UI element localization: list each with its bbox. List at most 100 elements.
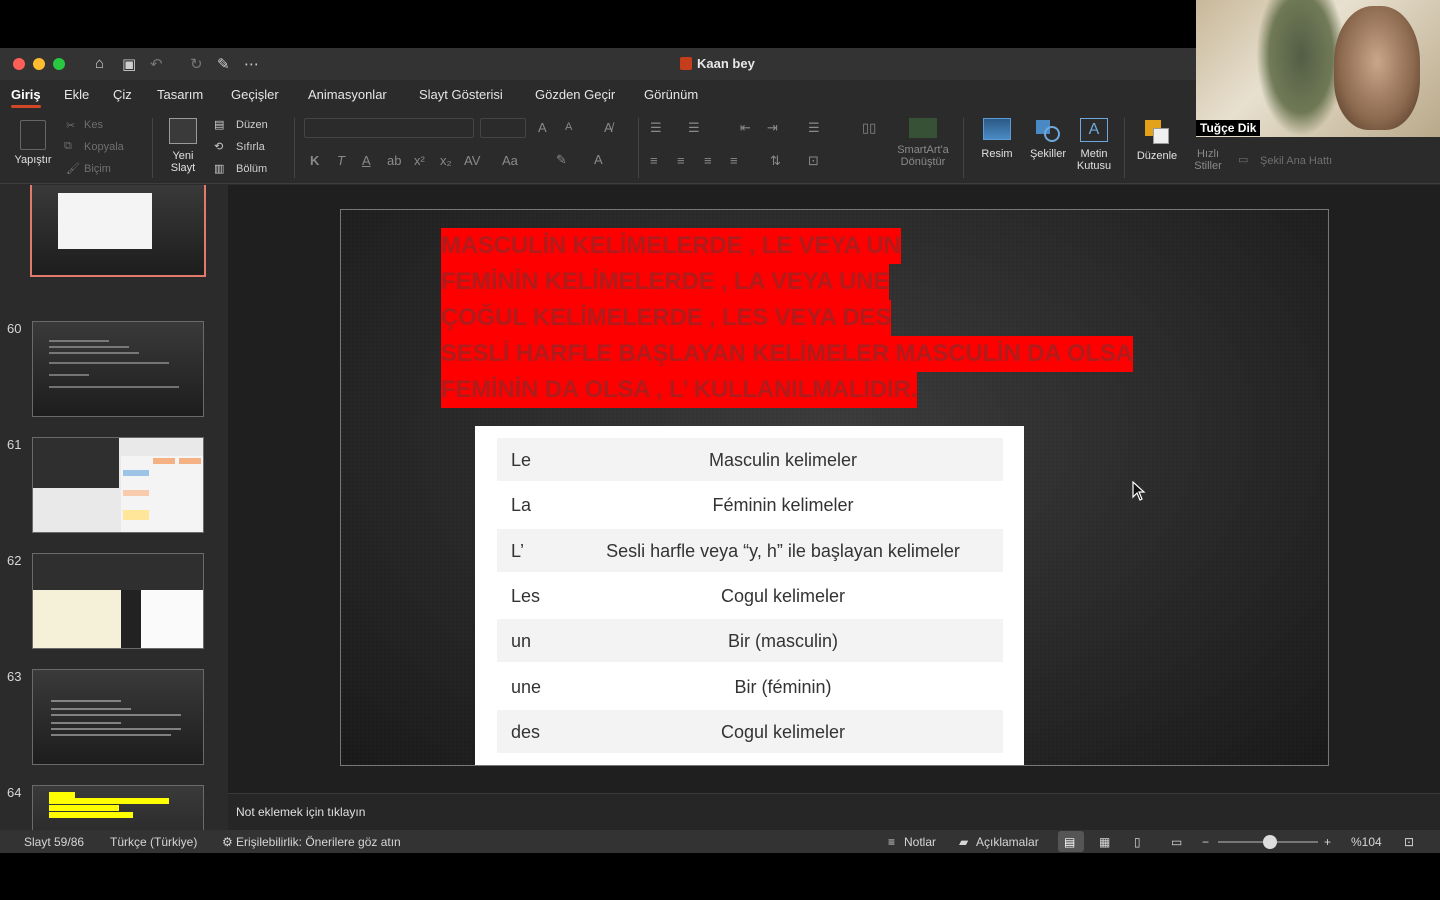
- zoom-level[interactable]: %104: [1351, 835, 1382, 849]
- redo-icon[interactable]: ↻: [190, 55, 203, 73]
- slide-counter: Slayt 59/86: [24, 835, 85, 849]
- align-left-icon[interactable]: ≡: [650, 153, 658, 168]
- maximize-window-button[interactable]: [53, 58, 65, 70]
- underline-icon[interactable]: A: [362, 153, 371, 168]
- cut-button[interactable]: Kes: [84, 119, 103, 131]
- align-text-icon[interactable]: ⊡: [808, 153, 819, 169]
- video-call-overlay[interactable]: Tuğçe Dik: [1196, 0, 1440, 137]
- columns-icon[interactable]: ▯▯: [862, 120, 876, 136]
- close-window-button[interactable]: [13, 58, 25, 70]
- article-table[interactable]: Le Masculin kelimeler La Féminin kelimel…: [475, 426, 1024, 765]
- align-center-icon[interactable]: ≡: [677, 153, 685, 168]
- table-cell-meaning: Sesli harfle veya “y, h” ile başlayan ke…: [606, 541, 960, 561]
- font-color-icon[interactable]: A: [594, 152, 603, 167]
- subscript-icon[interactable]: x₂: [440, 153, 452, 168]
- quick-styles-button[interactable]: Hızlı Stiller: [1186, 138, 1230, 172]
- copy-button[interactable]: Kopyala: [84, 141, 124, 153]
- align-right-icon[interactable]: ≡: [704, 153, 712, 168]
- slide-heading[interactable]: MASCULİN KELİMELERDE , LE VEYA UN FEMİNİ…: [441, 228, 1161, 408]
- customize-icon[interactable]: ✎: [217, 55, 230, 73]
- thumbnail-slide-64[interactable]: [32, 785, 204, 830]
- shapes-button[interactable]: Şekiller: [1025, 118, 1071, 160]
- layout-button[interactable]: Düzen: [236, 119, 268, 131]
- tab-view[interactable]: Görünüm: [644, 87, 698, 102]
- superscript-icon[interactable]: x²: [414, 153, 425, 168]
- text-direction-icon[interactable]: ⇅: [770, 153, 781, 169]
- slideshow-icon[interactable]: ▭: [1171, 835, 1182, 849]
- tab-animations[interactable]: Animasyonlar: [308, 87, 387, 102]
- language-indicator[interactable]: Türkçe (Türkiye): [110, 835, 197, 849]
- table-cell-meaning: Bir (féminin): [734, 677, 832, 697]
- textbox-button[interactable]: A Metin Kutusu: [1072, 118, 1116, 172]
- thumbnail-slide-60[interactable]: [32, 321, 204, 417]
- minimize-window-button[interactable]: [33, 58, 45, 70]
- slide-sorter-icon[interactable]: ▦: [1099, 835, 1110, 849]
- tab-home[interactable]: Giriş: [11, 87, 41, 108]
- font-size-select[interactable]: [480, 118, 526, 138]
- background-plant: [1256, 0, 1346, 137]
- powerpoint-icon: [680, 57, 692, 70]
- fit-slide-icon[interactable]: ⊡: [1404, 835, 1414, 849]
- smartart-button[interactable]: SmartArt'a Dönüştür: [892, 118, 954, 168]
- font-name-select[interactable]: [304, 118, 474, 138]
- notes-button[interactable]: Notlar: [904, 835, 936, 849]
- highlight-icon[interactable]: ✎: [556, 152, 567, 168]
- thumbnail-slide-62[interactable]: [32, 553, 204, 649]
- separator: [1124, 118, 1125, 178]
- thumbnail-slide-61[interactable]: [32, 437, 204, 533]
- numbering-icon[interactable]: ☰: [688, 120, 700, 136]
- shape-outline-button[interactable]: Şekil Ana Hattı: [1260, 155, 1332, 167]
- tab-design[interactable]: Tasarım: [157, 87, 203, 102]
- cut-icon: ✂: [66, 120, 76, 132]
- change-case-icon[interactable]: Aa: [502, 153, 518, 168]
- bold-button[interactable]: K: [310, 153, 319, 168]
- thumbnail-slide-59[interactable]: [30, 185, 206, 277]
- accessibility-checker[interactable]: Erişilebilirlik: Önerilere göz atın: [236, 835, 401, 849]
- table-row: un Bir (masculin): [497, 619, 1003, 662]
- slide-thumbnail-panel[interactable]: 60 61 62 63 64: [0, 185, 226, 830]
- new-slide-button[interactable]: Yeni Slayt: [160, 118, 206, 174]
- reset-button[interactable]: Sıfırla: [236, 141, 265, 153]
- character-spacing-icon[interactable]: AV: [464, 153, 480, 168]
- notes-pane[interactable]: Not eklemek için tıklayın: [228, 793, 1440, 830]
- increase-indent-icon[interactable]: ⇥: [767, 120, 778, 136]
- home-icon[interactable]: ⌂: [95, 55, 104, 72]
- thumbnail-slide-63[interactable]: [32, 669, 204, 765]
- bullets-icon[interactable]: ☰: [650, 120, 662, 136]
- zoom-in-icon[interactable]: +: [1324, 835, 1331, 849]
- more-icon[interactable]: ⋯: [244, 55, 259, 73]
- slide[interactable]: MASCULİN KELİMELERDE , LE VEYA UN FEMİNİ…: [340, 209, 1329, 766]
- tab-slideshow[interactable]: Slayt Gösterisi: [419, 87, 503, 102]
- arrange-button[interactable]: Düzenle: [1132, 118, 1182, 162]
- textbox-icon: A: [1080, 118, 1108, 142]
- reading-view-icon[interactable]: ▯: [1134, 835, 1141, 849]
- heading-line: FEMİNİN KELİMELERDE , LA VEYA UNE: [441, 264, 889, 300]
- zoom-out-icon[interactable]: −: [1202, 835, 1209, 849]
- comments-button[interactable]: Açıklamalar: [976, 835, 1039, 849]
- clear-format-icon[interactable]: A̸: [604, 120, 613, 135]
- strikethrough-icon[interactable]: ab: [387, 153, 401, 168]
- format-painter-icon: 🖌: [66, 163, 80, 175]
- normal-view-icon: ▤: [1064, 835, 1076, 849]
- undo-icon[interactable]: ↶: [150, 55, 163, 73]
- section-button[interactable]: Bölüm: [236, 163, 267, 175]
- save-icon[interactable]: ▣: [122, 55, 136, 73]
- decrease-indent-icon[interactable]: ⇤: [740, 120, 751, 136]
- tab-insert[interactable]: Ekle: [64, 87, 89, 102]
- picture-button[interactable]: Resim: [974, 118, 1020, 160]
- justify-icon[interactable]: ≡: [730, 153, 738, 168]
- tab-review[interactable]: Gözden Geçir: [535, 87, 615, 102]
- zoom-slider[interactable]: [1218, 835, 1318, 849]
- tab-transitions[interactable]: Geçişler: [231, 87, 279, 102]
- thumbnail-number: 60: [7, 321, 22, 336]
- slide-editing-canvas: MASCULİN KELİMELERDE , LE VEYA UN FEMİNİ…: [228, 185, 1440, 830]
- line-spacing-icon[interactable]: ☰: [808, 120, 820, 136]
- zoom-slider-handle[interactable]: [1263, 835, 1277, 849]
- tab-draw[interactable]: Çiz: [113, 87, 132, 102]
- increase-font-icon[interactable]: A: [538, 120, 547, 135]
- italic-button[interactable]: T: [337, 153, 345, 168]
- decrease-font-icon[interactable]: A: [565, 121, 572, 133]
- paste-button[interactable]: Yapıştır: [10, 120, 56, 166]
- heading-line: SESLİ HARFLE BAŞLAYAN KELİMELER MASCULİN…: [441, 336, 1133, 372]
- format-painter-button[interactable]: Biçim: [84, 163, 111, 175]
